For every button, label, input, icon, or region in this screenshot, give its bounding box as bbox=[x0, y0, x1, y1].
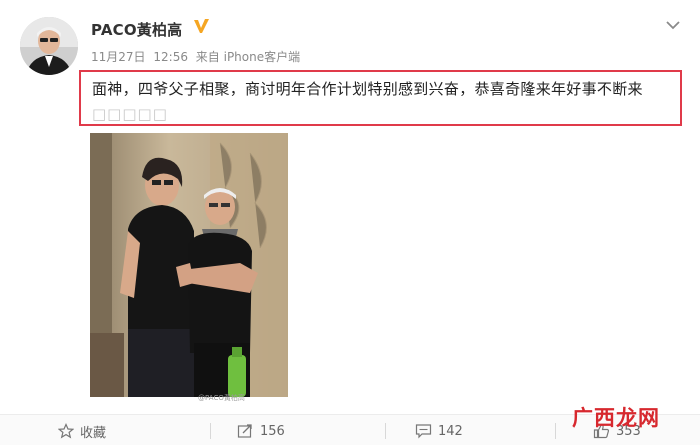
repost-count: 156 bbox=[260, 423, 285, 439]
post-meta: 11月27日 12:56 来自 iPhone客户端 bbox=[91, 48, 304, 65]
repost-button[interactable]: 156 bbox=[237, 421, 285, 441]
divider bbox=[385, 423, 386, 439]
post-text-body: 面神，四爷父子相聚，商讨明年合作计划特别感到兴奋，恭喜奇隆来年好事不断来 bbox=[92, 80, 643, 98]
post-source: 来自 iPhone客户端 bbox=[195, 50, 301, 64]
post-text-tail: □□□□□ bbox=[92, 105, 168, 123]
comment-button[interactable]: 142 bbox=[415, 421, 463, 441]
username[interactable]: PACO黃柏高 bbox=[91, 19, 182, 40]
post-photo[interactable] bbox=[90, 133, 288, 397]
post-time[interactable]: 12:56 bbox=[153, 50, 188, 64]
favorite-button[interactable]: 收藏 bbox=[58, 421, 106, 441]
site-logo: 广西龙网 bbox=[572, 405, 660, 430]
chevron-down-icon[interactable] bbox=[665, 16, 681, 30]
favorite-label: 收藏 bbox=[80, 425, 107, 441]
post-text: 面神，四爷父子相聚，商讨明年合作计划特别感到兴奋，恭喜奇隆来年好事不断来 □□□□… bbox=[92, 77, 677, 127]
repost-icon bbox=[237, 424, 252, 438]
post-date[interactable]: 11月27日 bbox=[91, 50, 146, 64]
divider bbox=[555, 423, 556, 439]
comment-count: 142 bbox=[438, 423, 463, 439]
comment-icon bbox=[415, 424, 432, 439]
photo-watermark: @PACO黃柏高 bbox=[198, 394, 245, 402]
avatar[interactable] bbox=[20, 17, 78, 75]
verified-badge-icon bbox=[192, 17, 211, 36]
star-icon bbox=[58, 423, 74, 439]
divider bbox=[210, 423, 211, 439]
